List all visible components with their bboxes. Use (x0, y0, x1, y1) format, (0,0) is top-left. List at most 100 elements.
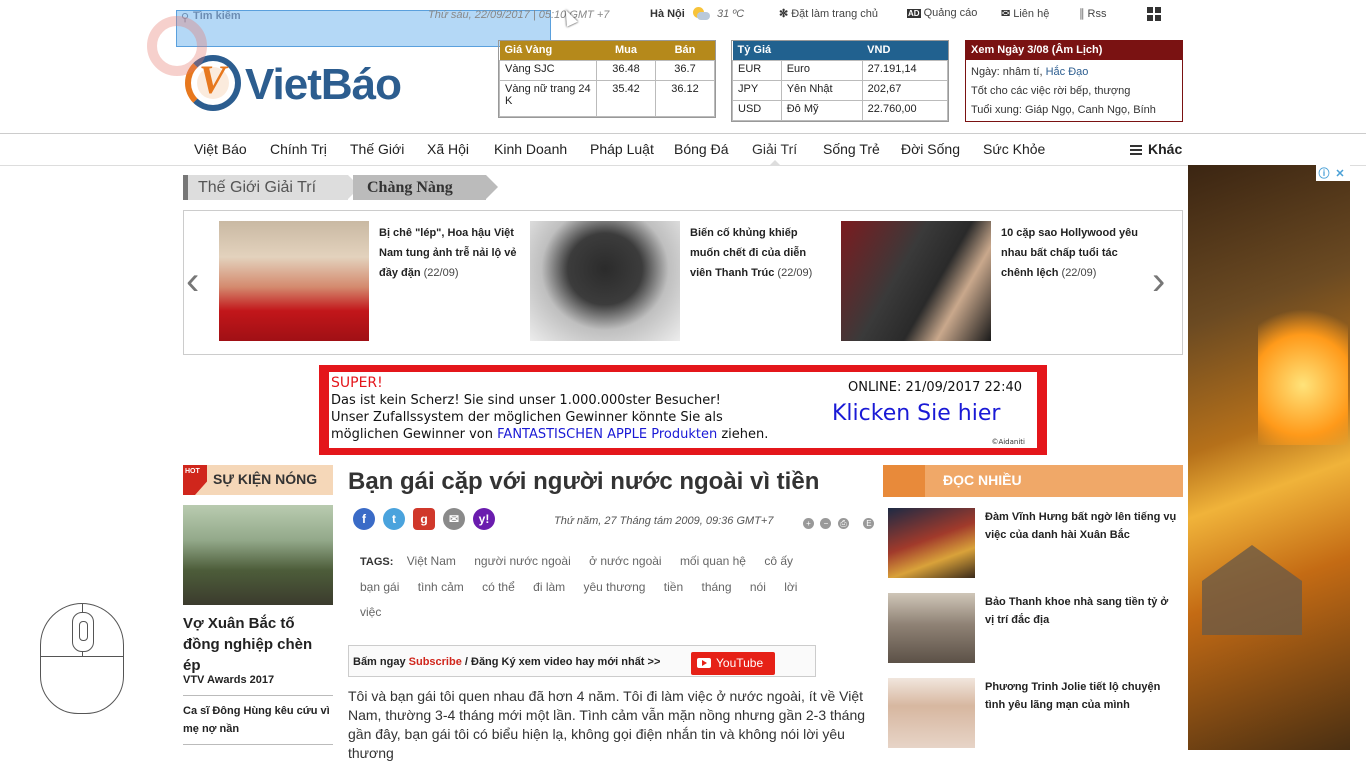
ad-icon: AD (907, 9, 921, 18)
most-read-icon (883, 465, 925, 497)
tag-link[interactable]: nói (750, 575, 766, 600)
article-date: Thứ năm, 27 Tháng tám 2009, 09:36 GMT+7 (554, 515, 774, 527)
info-icon[interactable]: ⓘ (1316, 165, 1332, 181)
nav-item-suc-khoe[interactable]: Sức Khỏe (983, 141, 1045, 157)
hot-list-item[interactable]: VTV Awards 2017 (183, 671, 333, 696)
yahoo-icon[interactable]: y! (473, 508, 495, 530)
tag-link[interactable]: ở nước ngoài (589, 549, 661, 574)
rss-link[interactable]: ∥ Rss (1079, 7, 1106, 20)
carousel-item[interactable]: Bị chê "lép", Hoa hậu Việt Nam tung ảnh … (219, 221, 519, 341)
breadcrumb-parent[interactable]: Thế Giới Giải Trí (183, 175, 360, 200)
tag-link[interactable]: có thể (482, 575, 515, 600)
nav-item-chinh-tri[interactable]: Chính Trị (270, 141, 327, 157)
nav-item-xa-hoi[interactable]: Xã Hội (427, 141, 469, 157)
tag-link[interactable]: lời (784, 575, 797, 600)
close-icon[interactable]: ✕ (1332, 167, 1348, 180)
ad-banner[interactable]: SUPER! Das ist kein Scherz! Sie sind uns… (319, 365, 1047, 455)
side-ad[interactable] (1188, 165, 1350, 750)
breadcrumb-current[interactable]: Chàng Nàng (353, 175, 498, 200)
tags-label: TAGS: (360, 556, 394, 568)
nav-item-giai-tri[interactable]: Giải Trí (752, 141, 797, 157)
tag-link[interactable]: mối quan hệ (680, 549, 746, 574)
hot-events-header: HOT SỰ KIỆN NÓNG (183, 465, 333, 495)
nav-item-bong-da[interactable]: Bóng Đá (674, 141, 728, 157)
hot-list-item[interactable]: Ca sĩ Đông Hùng kêu cứu vì mẹ nợ nần (183, 702, 333, 745)
set-homepage-link[interactable]: ✼ Đặt làm trang chủ (779, 7, 878, 20)
tag-link[interactable]: cô ấy (764, 549, 793, 574)
ad-product-link[interactable]: FANTASTISCHEN APPLE Produkten (497, 427, 717, 442)
carousel-item[interactable]: Biến cố khủng khiếp muốn chết đi của diễ… (530, 221, 830, 341)
ad-choices[interactable]: ⓘ ✕ (1316, 165, 1350, 181)
email-icon[interactable]: ✉ (443, 508, 465, 530)
nav-item-doi-song[interactable]: Đời Sống (901, 141, 960, 157)
lunar-title: Xem Ngày 3/08 (Âm Lịch) (966, 41, 1182, 60)
rss-icon: ∥ (1079, 8, 1085, 20)
google-plus-icon[interactable]: g (413, 508, 435, 530)
print-icon[interactable]: ⎙ (837, 518, 849, 529)
zoom-out-icon[interactable]: − (820, 518, 832, 529)
zoom-in-icon[interactable]: + (803, 518, 814, 529)
weather-widget: Hà Nội 31 ºC (650, 7, 744, 21)
facebook-icon[interactable]: f (353, 508, 375, 530)
ad-online: ONLINE: 21/09/2017 22:40 (847, 380, 1022, 395)
nav-item-viet-bao[interactable]: Việt Báo (194, 141, 247, 157)
youtube-button[interactable]: YouTube (691, 652, 775, 675)
hot-thumbnail[interactable] (183, 505, 333, 605)
gold-header: Giá Vàng (499, 41, 597, 60)
article-tags: TAGS: Việt Nam người nước ngoài ở nước n… (360, 549, 835, 625)
nav-item-phap-luat[interactable]: Pháp Luật (590, 141, 654, 157)
hot-heading: SỰ KIỆN NÓNG (213, 471, 318, 487)
gold-price-widget: Giá Vàng Mua Bán Vàng SJC 36.48 36.7 Vàn… (498, 40, 716, 118)
nav-item-the-gioi[interactable]: Thế Giới (350, 141, 404, 157)
fx-code: JPY (732, 79, 782, 101)
homepage-icon: ✼ (779, 8, 789, 20)
grid-menu-icon[interactable] (1147, 7, 1161, 21)
top-bar: ⚲ Tìm kiếm Thứ sáu, 22/09/2017 | 05:10 G… (0, 0, 1366, 47)
tag-link[interactable]: tiền (664, 575, 683, 600)
ad-copyright: ©Aidaniti (991, 438, 1025, 446)
mail-icon: ✉ (1001, 8, 1011, 20)
article-body: Tôi và bạn gái tôi quen nhau đã hơn 4 nă… (348, 688, 866, 761)
subscribe-link[interactable]: Subscribe (409, 656, 462, 668)
search-placeholder: Tìm kiếm (193, 10, 241, 22)
email-article-icon[interactable]: E (863, 518, 875, 529)
contact-link[interactable]: ✉ Liên hệ (1001, 7, 1049, 20)
chevron-right-icon[interactable]: › (1152, 261, 1165, 301)
exchange-rate-widget: Tỷ Giá VND EUR Euro 27.191,14 JPY Yên Nh… (731, 40, 949, 122)
site-logo[interactable]: V VietBáo (183, 40, 483, 120)
carousel-date: (22/09) (1058, 267, 1097, 279)
tag-link[interactable]: bạn gái (360, 575, 399, 600)
tag-link[interactable]: yêu thương (584, 575, 646, 600)
more-menu-button[interactable]: Khác (1130, 141, 1182, 157)
most-read-heading: ĐỌC NHIỀU (943, 472, 1022, 488)
nav-item-kinh-doanh[interactable]: Kinh Doanh (494, 141, 567, 157)
lunar-conflict: Tuổi xung: Giáp Ngọ, Canh Ngọ, Bính (971, 104, 1156, 116)
tag-link[interactable]: đi làm (533, 575, 565, 600)
lunar-day-link[interactable]: Hắc Đạo (1046, 66, 1089, 78)
tag-link[interactable]: người nước ngoài (474, 549, 571, 574)
lunar-good: Tốt cho các việc rời bếp, thượng (971, 85, 1131, 97)
fx-name: Đô Mỹ (780, 99, 863, 121)
carousel-thumbnail (530, 221, 680, 341)
weather-temperature: 31 ºC (716, 7, 745, 20)
tag-link[interactable]: việc (360, 600, 381, 625)
ad-cta-link[interactable]: Klicken Sie hier (832, 401, 1000, 426)
lunar-calendar-widget: Xem Ngày 3/08 (Âm Lịch) Ngày: nhâm tí, H… (965, 40, 1183, 122)
article-tools: + − ⎙ E (803, 513, 876, 531)
current-datetime: Thứ sáu, 22/09/2017 | 05:10 GMT +7 (428, 9, 610, 21)
youtube-play-icon (697, 657, 711, 668)
chevron-left-icon[interactable]: ‹ (186, 261, 199, 301)
active-nav-indicator (769, 160, 781, 166)
main-nav: Việt Báo Chính Trị Thế Giới Xã Hội Kinh … (0, 133, 1366, 166)
nav-item-song-tre[interactable]: Sống Trẻ (823, 141, 880, 157)
partly-cloudy-icon (692, 7, 710, 21)
tag-link[interactable]: Việt Nam (407, 549, 456, 574)
twitter-icon[interactable]: t (383, 508, 405, 530)
hot-main-title[interactable]: Vợ Xuân Bắc tố đồng nghiệp chèn ép (183, 613, 333, 676)
tag-link[interactable]: tháng (702, 575, 732, 600)
tag-link[interactable]: tình cảm (418, 575, 464, 600)
carousel-item[interactable]: 10 cặp sao Hollywood yêu nhau bất chấp t… (841, 221, 1141, 341)
most-read-thumbnail (888, 678, 975, 748)
gold-sell: 36.12 (655, 79, 715, 117)
advertise-link[interactable]: AD Quảng cáo (907, 7, 977, 19)
